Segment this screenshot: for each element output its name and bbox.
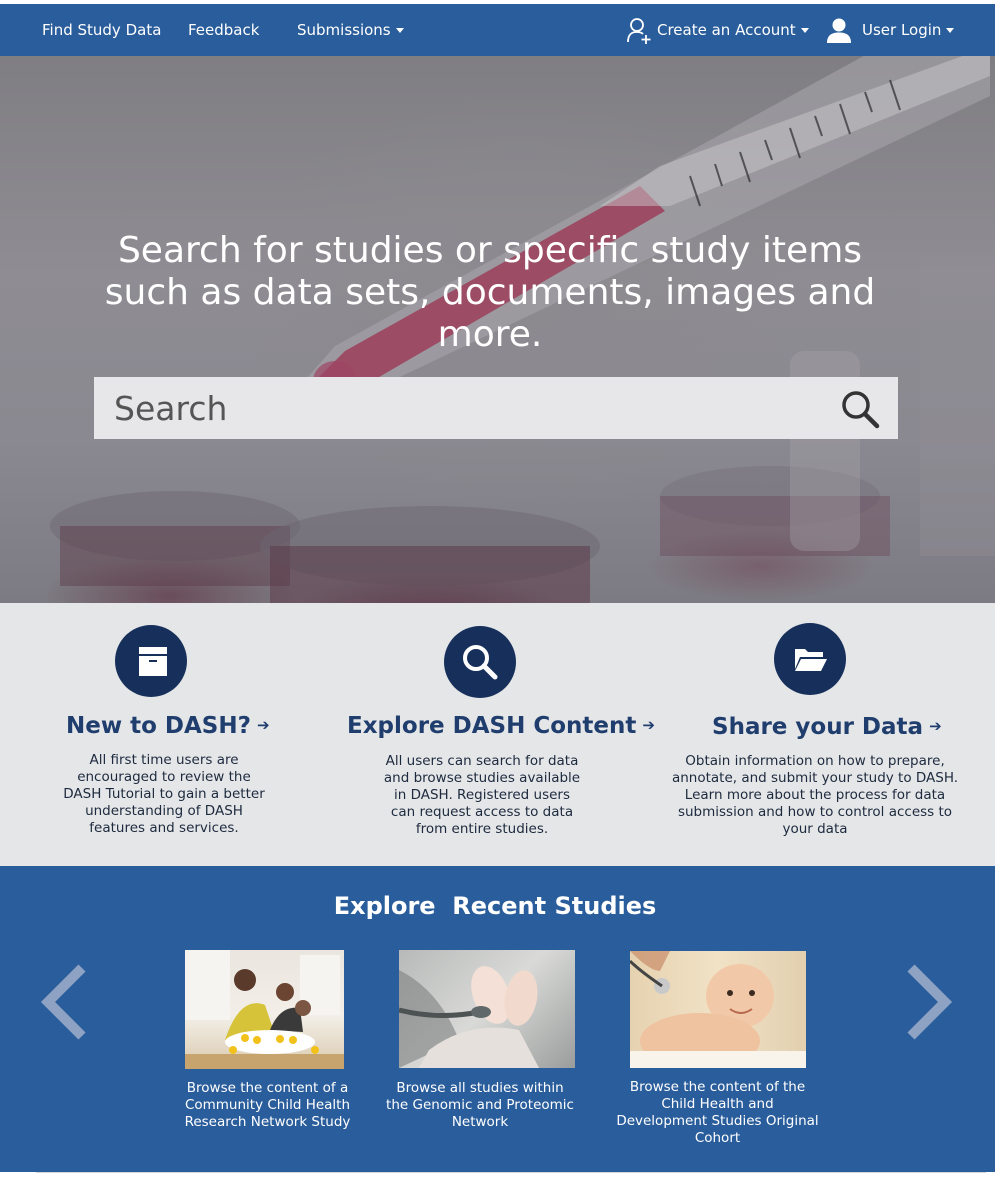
footer-divider [36,1172,986,1173]
new-to-dash-title: New to DASH? [66,713,251,739]
carousel-next-arrow-icon[interactable] [903,964,953,1040]
feature-icon-circle [444,626,516,698]
feature-icon-circle [774,623,846,695]
chevron-down-icon [800,28,809,33]
hero-banner: Search for studies or specific study ite… [0,56,995,603]
features-section: New to DASH? ➔ All first time users are e… [0,603,995,866]
share-your-data-link[interactable]: Share your Data ➔ [712,714,942,740]
chevron-down-icon [946,28,955,33]
arrow-right-icon: ➔ [642,716,655,734]
feature-icon-circle [115,625,187,697]
arrow-right-icon: ➔ [256,716,270,734]
explore-dash-content-title: Explore DASH Content [347,713,637,739]
nav-submissions-label: Submissions [297,21,391,39]
nav-find-study-data[interactable]: Find Study Data [42,4,161,56]
search-input[interactable] [94,377,824,439]
recent-studies-title: Explore Recent Studies [333,892,657,920]
search-icon[interactable] [840,389,880,429]
study-caption[interactable]: Browse all studies within the Genomic an… [384,1080,576,1131]
study-caption[interactable]: Browse the content of a Community Child … [175,1080,360,1131]
carousel-prev-arrow-icon[interactable] [40,964,90,1040]
nav-submissions[interactable]: Submissions [297,4,404,56]
nav-create-account[interactable]: Create an Account [657,4,809,56]
explore-dash-content-description: All users can search for data and browse… [383,753,581,837]
recent-studies-section: Explore Recent Studies Browse the conten… [0,866,995,1172]
new-to-dash-description: All first time users are encouraged to r… [63,752,265,836]
chevron-down-icon [395,28,404,33]
new-to-dash-link[interactable]: New to DASH? ➔ [66,713,270,739]
nav-feedback[interactable]: Feedback [188,4,259,56]
nav-user-login-label: User Login [862,21,942,39]
hero-title: Search for studies or specific study ite… [104,230,876,355]
add-user-icon [627,18,651,44]
arrow-right-icon: ➔ [929,717,942,735]
nav-user-login[interactable]: User Login [862,4,955,56]
user-icon [827,18,851,43]
open-folder-icon [795,649,827,671]
search-box [94,377,898,439]
share-your-data-title: Share your Data [712,714,924,740]
study-thumbnail-family-bath[interactable] [185,950,344,1069]
family-bath-photo [185,950,344,1069]
top-navbar: Find Study Data Feedback Submissions Cre… [0,4,995,56]
infant-feet-photo [399,966,539,1068]
archive-box-icon [139,647,167,676]
study-caption[interactable]: Browse the content of the Child Health a… [615,1079,820,1147]
study-thumbnail-infant-feet[interactable] [399,950,575,1068]
explore-dash-content-link[interactable]: Explore DASH Content ➔ [347,713,655,739]
nav-create-account-label: Create an Account [657,21,796,39]
magnifier-icon [463,645,498,680]
share-your-data-description: Obtain information on how to prepare, an… [671,753,959,837]
baby-stethoscope-photo [630,951,806,1068]
study-thumbnail-baby-stethoscope[interactable] [630,951,806,1068]
